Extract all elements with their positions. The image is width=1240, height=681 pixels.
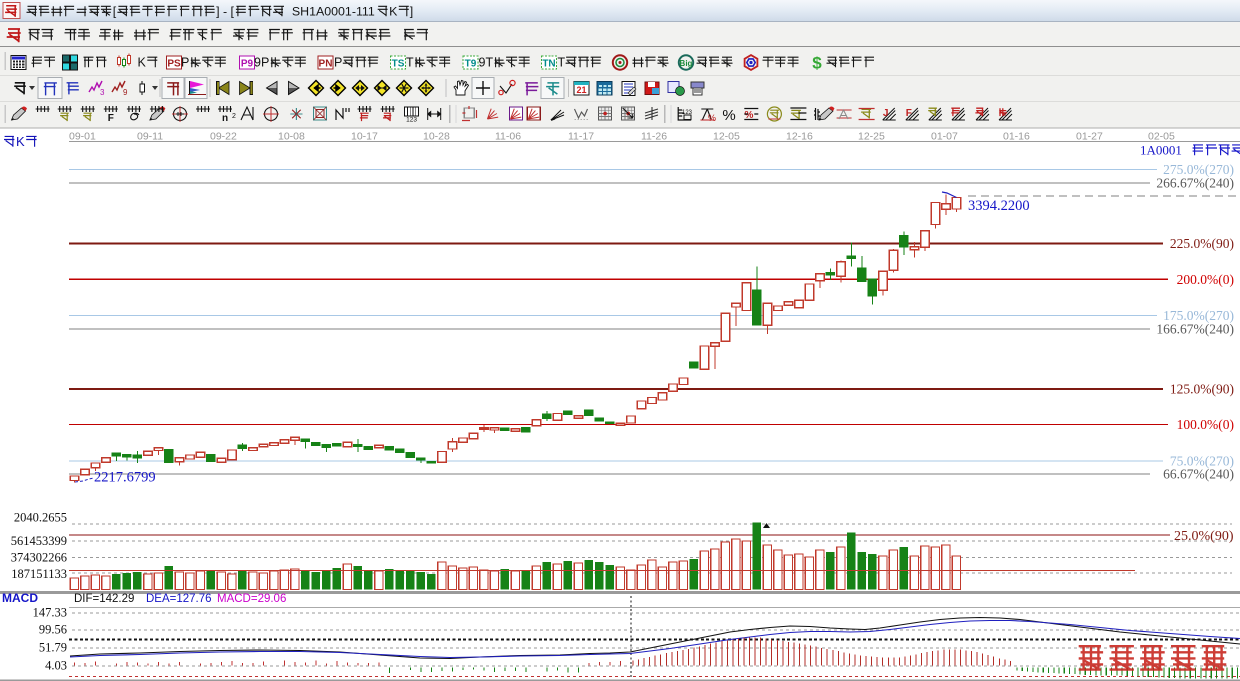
svg-text:9T: 9T [479, 56, 494, 70]
svg-text:F: F [108, 113, 114, 124]
svg-text:51.79: 51.79 [39, 641, 67, 655]
svg-text:266.67%(240): 266.67%(240) [1156, 176, 1234, 191]
svg-text:]: ] [410, 5, 413, 19]
svg-text:12-25: 12-25 [858, 131, 885, 143]
svg-text:SH1A0001-111: SH1A0001-111 [285, 5, 375, 19]
svg-text:PS: PS [167, 59, 181, 70]
svg-text:01-16: 01-16 [1003, 131, 1030, 143]
svg-text:MACD=29.06: MACD=29.06 [217, 593, 286, 605]
svg-text:TN: TN [542, 59, 555, 70]
svg-text:1A0001: 1A0001 [1140, 143, 1188, 158]
svg-text:Big: Big [680, 59, 693, 68]
svg-text:J: J [883, 108, 889, 119]
svg-text:3394.2200: 3394.2200 [968, 198, 1030, 214]
svg-text:10-28: 10-28 [423, 131, 450, 143]
svg-text:11-06: 11-06 [495, 131, 521, 143]
svg-text:200.0%(0): 200.0%(0) [1177, 272, 1234, 287]
svg-text:9P: 9P [254, 56, 269, 70]
svg-text:K: K [138, 56, 147, 70]
svg-text:T9: T9 [465, 59, 477, 70]
svg-text:MACD: MACD [2, 591, 38, 605]
svg-text:2217.6799: 2217.6799 [94, 470, 156, 486]
svg-text:T: T [558, 56, 566, 70]
svg-text:P9: P9 [241, 59, 254, 70]
svg-text:01-07: 01-07 [931, 131, 958, 143]
svg-text:02-05: 02-05 [1148, 131, 1175, 143]
svg-text:%: % [708, 113, 716, 123]
svg-text:123: 123 [406, 117, 417, 124]
svg-text:21: 21 [576, 85, 586, 95]
svg-text:11-26: 11-26 [641, 131, 667, 143]
svg-text:2: 2 [232, 113, 236, 120]
svg-text:PN: PN [319, 59, 333, 70]
svg-text:2040.2655: 2040.2655 [14, 511, 67, 525]
svg-text:12-05: 12-05 [713, 131, 740, 143]
svg-text:] - [: ] - [ [216, 5, 234, 19]
svg-text:99.56: 99.56 [39, 623, 67, 637]
svg-text:187151133: 187151133 [11, 567, 67, 581]
svg-text:25.0%(90): 25.0%(90) [1174, 529, 1234, 544]
svg-text:374302266: 374302266 [11, 551, 67, 565]
svg-text:4.03: 4.03 [45, 659, 67, 673]
svg-text:166.67%(240): 166.67%(240) [1156, 322, 1234, 337]
svg-text:09-11: 09-11 [137, 131, 163, 143]
svg-text:09-01: 09-01 [69, 131, 96, 143]
svg-text:01-27: 01-27 [1076, 131, 1103, 143]
svg-text:12-16: 12-16 [786, 131, 813, 143]
svg-text:F: F [906, 108, 912, 119]
svg-text:09-22: 09-22 [210, 131, 237, 143]
svg-text:$: $ [812, 54, 822, 73]
svg-text:225.0%(90): 225.0%(90) [1170, 236, 1234, 251]
svg-text:3: 3 [100, 88, 105, 97]
svg-text:%: % [722, 107, 735, 124]
svg-text:P: P [334, 56, 342, 70]
svg-text:P: P [181, 56, 189, 70]
svg-text:DIF=142.29: DIF=142.29 [74, 593, 134, 605]
svg-text:561453399: 561453399 [11, 534, 67, 548]
svg-text:11-17: 11-17 [568, 131, 594, 143]
svg-text:9: 9 [123, 88, 128, 97]
svg-text:K: K [389, 5, 398, 19]
svg-text:10-17: 10-17 [351, 131, 378, 143]
svg-text:125.0%(90): 125.0%(90) [1170, 382, 1234, 397]
svg-text:100.0%(0): 100.0%(0) [1177, 417, 1234, 432]
svg-text:147.33: 147.33 [33, 606, 67, 620]
svg-text:n: n [222, 113, 228, 124]
svg-text:T: T [406, 56, 414, 70]
svg-text:[: [ [113, 5, 117, 19]
svg-text:DEA=127.76: DEA=127.76 [146, 593, 212, 605]
svg-text:K: K [16, 134, 25, 149]
svg-text:66.67%(240): 66.67%(240) [1163, 467, 1234, 482]
svg-text:10-08: 10-08 [278, 131, 305, 143]
svg-text:TS: TS [392, 59, 405, 70]
